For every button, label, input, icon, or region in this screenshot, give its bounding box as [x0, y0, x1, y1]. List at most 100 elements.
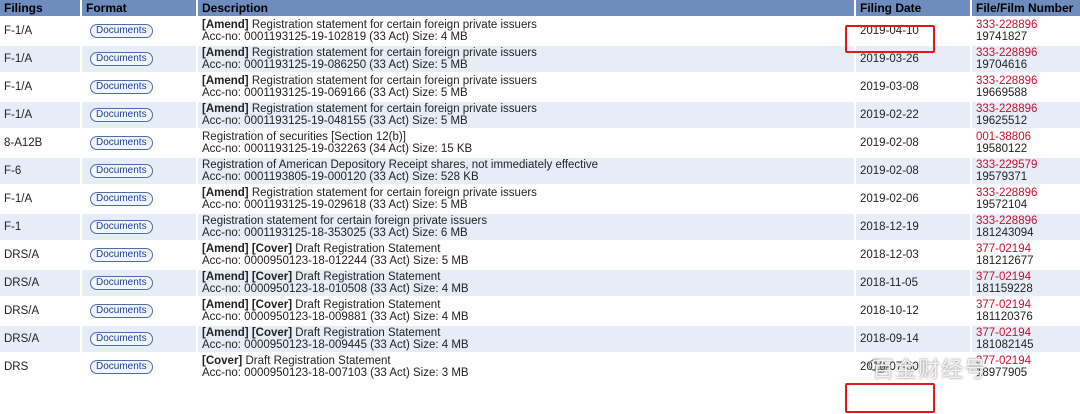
- film-number: 181159228: [976, 283, 1033, 295]
- file-film-cell: 333-228896 19669588: [972, 74, 1080, 100]
- file-film-cell: 333-229579 19579371: [972, 158, 1080, 184]
- film-number: 19579371: [976, 171, 1028, 183]
- description-cell: [Amend] [Cover] Draft Registration State…: [198, 298, 854, 324]
- file-number-link[interactable]: 333-228896: [976, 187, 1080, 200]
- filing-type: F-1: [0, 214, 80, 240]
- documents-button[interactable]: Documents: [90, 276, 153, 290]
- col-filings[interactable]: Filings: [0, 0, 80, 16]
- description-cell: [Amend] Registration statement for certa…: [198, 18, 854, 44]
- file-number-link[interactable]: 333-228896: [976, 215, 1080, 228]
- film-number: 19669588: [976, 87, 1028, 99]
- filing-type: DRS/A: [0, 242, 80, 268]
- accession-number: Acc-no: 0001193125-19-086250 (33 Act) Si…: [202, 59, 468, 71]
- file-number-link[interactable]: 333-229579: [976, 159, 1080, 172]
- documents-button[interactable]: Documents: [90, 220, 153, 234]
- filing-description: Registration statement for certain forei…: [251, 102, 537, 115]
- documents-button[interactable]: Documents: [90, 304, 153, 318]
- highlight-box-date-2: [845, 383, 935, 413]
- table-row: F-1/A Documents [Amend] Registration state…: [0, 186, 1080, 212]
- film-number: 19625512: [976, 115, 1028, 127]
- film-number: 181212677: [976, 255, 1034, 267]
- filing-tag: [Amend]: [202, 74, 249, 87]
- file-number-link[interactable]: 377-02194: [976, 327, 1080, 340]
- file-film-cell: 333-228896 181243094: [972, 214, 1080, 240]
- accession-number: Acc-no: 0001193125-19-102819 (33 Act) Si…: [202, 31, 468, 43]
- documents-button[interactable]: Documents: [90, 52, 153, 66]
- format-cell: Documents: [82, 158, 196, 184]
- filing-date: 2018-11-05: [856, 270, 970, 296]
- file-film-cell: 333-228896 19704616: [972, 46, 1080, 72]
- description-cell: [Amend] Registration statement for certa…: [198, 102, 854, 128]
- filing-type: F-1/A: [0, 46, 80, 72]
- documents-button[interactable]: Documents: [90, 24, 153, 38]
- documents-button[interactable]: Documents: [90, 248, 153, 262]
- filing-date: 2019-02-08: [856, 158, 970, 184]
- documents-button[interactable]: Documents: [90, 80, 153, 94]
- file-number-link[interactable]: 333-228896: [976, 75, 1080, 88]
- filing-description: Registration of American Depository Rece…: [202, 158, 599, 171]
- documents-button[interactable]: Documents: [90, 192, 153, 206]
- file-number-link[interactable]: 333-228896: [976, 19, 1080, 32]
- film-number: 181243094: [976, 227, 1034, 239]
- file-film-cell: 333-228896 19625512: [972, 102, 1080, 128]
- format-cell: Documents: [82, 354, 196, 380]
- filing-date: 2019-02-08: [856, 130, 970, 156]
- col-format[interactable]: Format: [82, 0, 196, 16]
- format-cell: Documents: [82, 270, 196, 296]
- filing-type: F-1/A: [0, 102, 80, 128]
- accession-number: Acc-no: 0001193125-19-069166 (33 Act) Si…: [202, 87, 468, 99]
- file-number-link[interactable]: 377-02194: [976, 243, 1080, 256]
- filing-date: 2018-12-19: [856, 214, 970, 240]
- documents-button[interactable]: Documents: [90, 164, 153, 178]
- table-row: DRS/A Documents [Amend] [Cover] Draft Regi…: [0, 270, 1080, 296]
- description-cell: [Amend] [Cover] Draft Registration State…: [198, 270, 854, 296]
- documents-button[interactable]: Documents: [90, 332, 153, 346]
- filing-tag: [Amend]: [202, 46, 249, 59]
- highlight-box-date-1: [845, 25, 935, 53]
- file-film-cell: 377-02194 181082145: [972, 326, 1080, 352]
- accession-number: Acc-no: 0001193125-19-029618 (33 Act) Si…: [202, 199, 468, 211]
- documents-button[interactable]: Documents: [90, 136, 153, 150]
- file-number-link[interactable]: 377-02194: [976, 355, 1080, 368]
- filing-tag: [Amend] [Cover]: [202, 298, 293, 311]
- format-cell: Documents: [82, 18, 196, 44]
- accession-number: Acc-no: 0000950123-18-007103 (33 Act) Si…: [202, 367, 469, 379]
- watermark: 百金财经号: [872, 358, 988, 383]
- film-number: 181082145: [976, 339, 1034, 351]
- description-cell: Registration statement for certain forei…: [198, 214, 854, 240]
- file-film-cell: 377-02194 181212677: [972, 242, 1080, 268]
- table-row: F-1/A Documents [Amend] Registration state…: [0, 74, 1080, 100]
- filing-date: 2018-09-14: [856, 326, 970, 352]
- filing-date: 2019-02-06: [856, 186, 970, 212]
- file-film-cell: 377-02194 18977905: [972, 354, 1080, 380]
- table-row: F-1/A Documents [Amend] Registration state…: [0, 102, 1080, 128]
- file-number-link[interactable]: 001-38806: [976, 131, 1080, 144]
- file-number-link[interactable]: 333-228896: [976, 47, 1080, 60]
- filing-description: Registration statement for certain forei…: [251, 186, 537, 199]
- file-number-link[interactable]: 377-02194: [976, 299, 1080, 312]
- filing-description: Draft Registration Statement: [295, 326, 441, 339]
- documents-button[interactable]: Documents: [90, 108, 153, 122]
- file-number-link[interactable]: 377-02194: [976, 271, 1080, 284]
- documents-button[interactable]: Documents: [90, 360, 153, 374]
- filing-tag: [Amend] [Cover]: [202, 242, 293, 255]
- col-file-film-number[interactable]: File/Film Number: [972, 0, 1080, 16]
- filing-tag: [Amend]: [202, 186, 249, 199]
- filing-date: 2019-03-08: [856, 74, 970, 100]
- file-number-link[interactable]: 333-228896: [976, 103, 1080, 116]
- file-film-cell: 333-228896 19741827: [972, 18, 1080, 44]
- description-cell: [Amend] [Cover] Draft Registration State…: [198, 326, 854, 352]
- col-description[interactable]: Description: [198, 0, 854, 16]
- col-filing-date[interactable]: Filing Date: [856, 0, 970, 16]
- filing-tag: [Amend]: [202, 18, 249, 31]
- filing-description: Draft Registration Statement: [295, 270, 441, 283]
- filing-type: 8-A12B: [0, 130, 80, 156]
- filing-type: F-6: [0, 158, 80, 184]
- file-film-cell: 001-38806 19580122: [972, 130, 1080, 156]
- format-cell: Documents: [82, 242, 196, 268]
- filing-tag: [Cover]: [202, 354, 243, 367]
- filing-description: Draft Registration Statement: [245, 354, 391, 367]
- description-cell: [Cover] Draft Registration Statement Acc-…: [198, 354, 854, 380]
- filing-tag: [Amend] [Cover]: [202, 270, 293, 283]
- table-header-row: Filings Format Description Filing Date F…: [0, 0, 1080, 16]
